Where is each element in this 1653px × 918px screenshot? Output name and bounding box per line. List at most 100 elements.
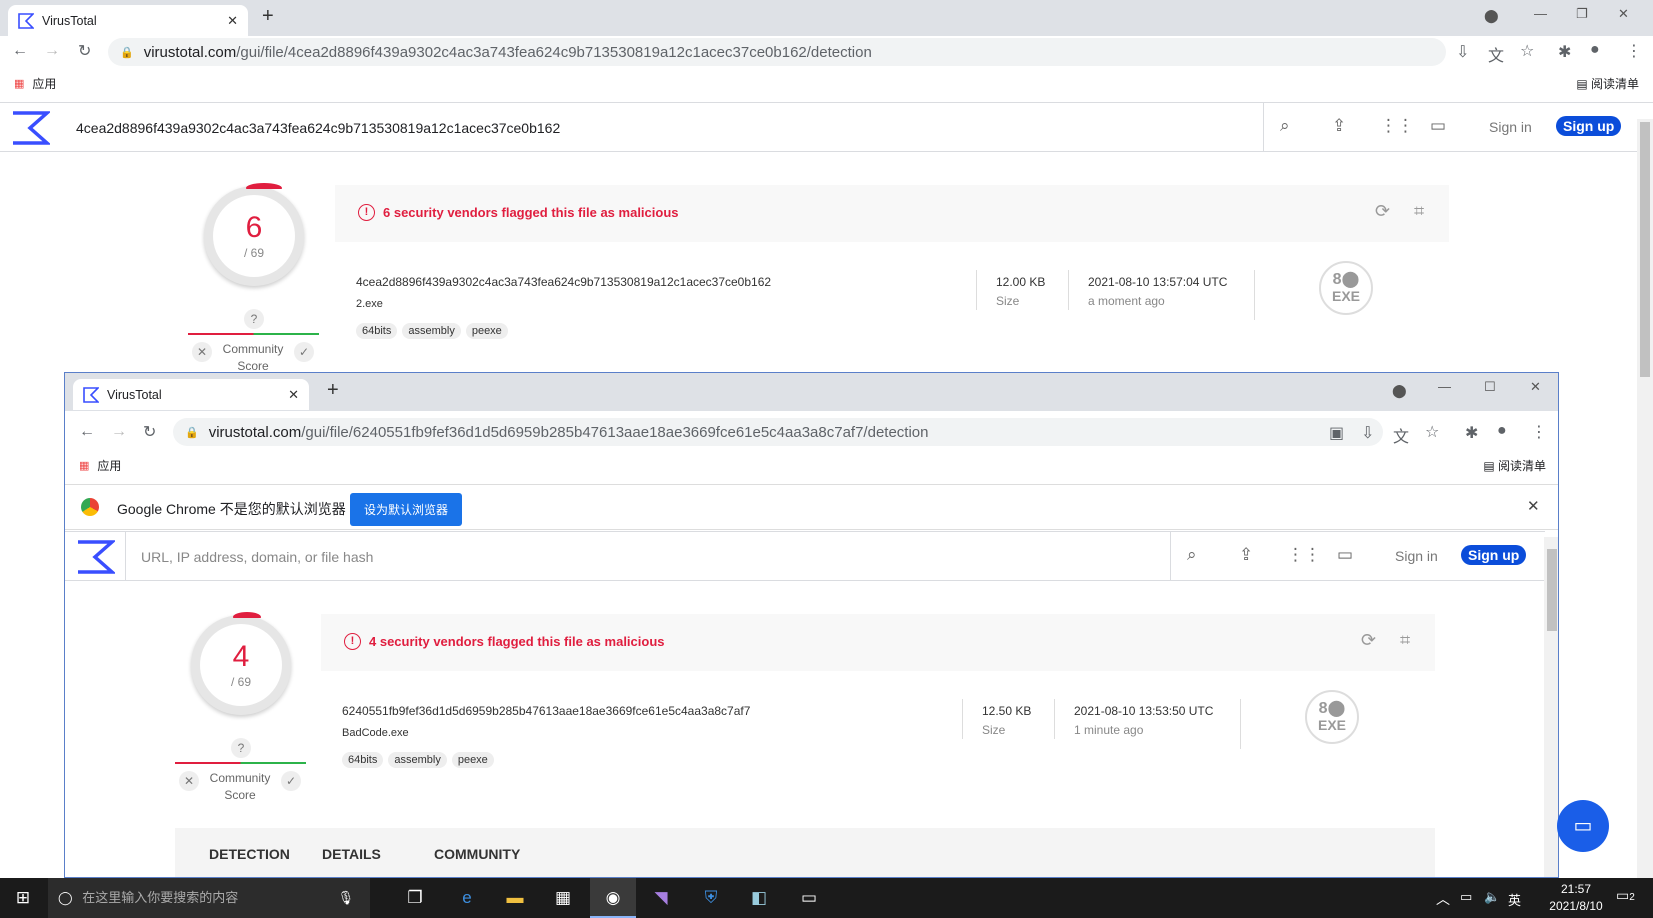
bg-forward-icon[interactable]: →	[44, 42, 60, 60]
fg-infobar-close-icon[interactable]: ✕	[1527, 497, 1540, 515]
bg-vote-up-icon[interactable]: ✓	[294, 342, 314, 362]
fg-star-icon[interactable]: ☆	[1425, 422, 1439, 442]
taskbar-search[interactable]: ◯ 在这里输入你要搜索的内容 🎙	[48, 878, 370, 918]
tag[interactable]: assembly	[388, 752, 447, 768]
bg-similar-icon[interactable]: ⌗	[1414, 201, 1424, 222]
floating-chat-button[interactable]: ▭	[1557, 800, 1609, 852]
bg-back-icon[interactable]: ←	[12, 42, 28, 60]
fg-scroll-thumb[interactable]	[1547, 549, 1557, 631]
bg-tab-close-icon[interactable]: ✕	[227, 13, 238, 29]
bg-vote-down-icon[interactable]: ✕	[192, 342, 212, 362]
notification-icon[interactable]: ▭2	[1616, 887, 1635, 904]
fg-back-icon[interactable]: ←	[79, 423, 95, 441]
apps-grid-icon[interactable]: ▦	[14, 77, 24, 90]
fg-vt-search-input[interactable]: URL, IP address, domain, or file hash	[141, 549, 373, 565]
fg-forward-icon[interactable]: →	[111, 423, 127, 441]
tag[interactable]: 64bits	[356, 323, 398, 339]
bg-sign-up-button[interactable]: Sign up	[1556, 116, 1622, 136]
fg-profile-dropdown-icon[interactable]: ⬤	[1392, 383, 1407, 399]
fg-translate-icon[interactable]: 文	[1393, 423, 1409, 447]
bg-upload-icon[interactable]: ⇪	[1332, 116, 1346, 136]
fg-default-browser-infobar: Google Chrome 不是您的默认浏览器 设为默认浏览器 ✕	[65, 484, 1558, 530]
fg-search-icon[interactable]: ⌕	[1187, 545, 1197, 565]
bg-new-tab-button[interactable]: +	[262, 5, 274, 28]
bg-profile-dropdown-icon[interactable]: ⬤	[1484, 8, 1499, 24]
bg-extensions-icon[interactable]: ✱	[1558, 42, 1571, 62]
bg-vt-search-input[interactable]: 4cea2d8896f439a9302c4ac3a743fea624c9b713…	[76, 120, 560, 136]
fg-upload-icon[interactable]: ⇪	[1239, 545, 1253, 565]
bg-chat-icon[interactable]: ▭	[1430, 116, 1446, 136]
bg-scroll-thumb[interactable]	[1640, 122, 1650, 377]
bg-apps-label[interactable]: 应用	[32, 75, 56, 92]
app-icon[interactable]: ◧	[736, 878, 782, 918]
tag[interactable]: assembly	[402, 323, 461, 339]
tab-community[interactable]: COMMUNITY	[434, 846, 520, 862]
fg-header-divider	[125, 532, 126, 580]
bg-apps-icon[interactable]: ⋮⋮	[1380, 116, 1414, 136]
bg-maximize-button[interactable]: ❐	[1576, 6, 1588, 22]
bg-tab[interactable]: VirusTotal ✕	[8, 5, 248, 36]
fg-tab-close-icon[interactable]: ✕	[288, 387, 299, 403]
bg-star-icon[interactable]: ☆	[1520, 41, 1534, 61]
fg-reload-icon[interactable]: ↻	[143, 422, 156, 442]
fg-reading-list[interactable]: ▤ 阅读清单	[1483, 457, 1546, 474]
fg-minimize-button[interactable]: —	[1438, 379, 1451, 394]
visual-studio-icon[interactable]: ◥	[638, 878, 684, 918]
bg-avatar-icon[interactable]: ●	[1590, 41, 1600, 59]
bg-close-button[interactable]: ✕	[1618, 6, 1629, 22]
bg-reading-list[interactable]: ▤ 阅读清单	[1576, 75, 1639, 92]
fg-apps-icon[interactable]: ⋮⋮	[1287, 545, 1321, 565]
fg-qr-icon[interactable]: ▣	[1329, 423, 1344, 443]
fg-question-icon[interactable]: ?	[231, 738, 251, 758]
fg-sign-up-button[interactable]: Sign up	[1461, 545, 1527, 565]
bg-address-bar[interactable]: 🔒 virustotal.com/gui/file/4cea2d8896f439…	[108, 38, 1446, 66]
fg-apps-label[interactable]: 应用	[97, 457, 121, 474]
terminal-icon[interactable]: ▭	[786, 878, 832, 918]
tag[interactable]: peexe	[451, 752, 494, 768]
bg-minimize-button[interactable]: —	[1534, 6, 1547, 21]
fg-extensions-icon[interactable]: ✱	[1465, 423, 1478, 443]
bg-vt-logo-icon[interactable]	[10, 110, 50, 146]
bg-menu-icon[interactable]: ⋮	[1626, 41, 1642, 61]
fg-sign-in-link[interactable]: Sign in	[1395, 548, 1438, 564]
fg-new-tab-button[interactable]: +	[327, 379, 339, 402]
clock[interactable]: 21:57 2021/8/10	[1540, 881, 1612, 915]
fg-maximize-button[interactable]: ☐	[1484, 379, 1496, 395]
tag[interactable]: 64bits	[342, 752, 384, 768]
fg-vt-logo-icon[interactable]	[75, 539, 115, 575]
fg-similar-icon[interactable]: ⌗	[1400, 630, 1410, 651]
tab-detection[interactable]: DETECTION	[209, 846, 290, 862]
fg-vote-up-icon[interactable]: ✓	[281, 771, 301, 791]
fg-menu-icon[interactable]: ⋮	[1531, 422, 1547, 442]
task-view-icon[interactable]: ❐	[392, 878, 438, 918]
bg-reanalyze-icon[interactable]: ⟳	[1375, 201, 1390, 222]
fg-install-icon[interactable]: ⇩	[1361, 423, 1374, 443]
network-icon[interactable]: ▭	[1460, 889, 1472, 905]
fg-set-default-button[interactable]: 设为默认浏览器	[350, 493, 463, 526]
bg-sign-in-link[interactable]: Sign in	[1489, 119, 1532, 135]
fg-chat-icon[interactable]: ▭	[1337, 545, 1353, 565]
defender-icon[interactable]: ⛨	[688, 878, 734, 918]
volume-icon[interactable]: 🔈	[1484, 889, 1500, 905]
start-button[interactable]: ⊞	[0, 878, 46, 918]
fg-address-bar[interactable]: 🔒 virustotal.com/gui/file/6240551fb9fef3…	[173, 418, 1383, 446]
tab-details[interactable]: DETAILS	[322, 846, 381, 862]
fg-reanalyze-icon[interactable]: ⟳	[1361, 630, 1376, 651]
fg-avatar-icon[interactable]: ●	[1497, 422, 1507, 440]
chrome-taskbar-icon[interactable]: ◉	[590, 878, 636, 918]
file-explorer-icon[interactable]: ▬	[492, 878, 538, 918]
fg-close-button[interactable]: ✕	[1530, 379, 1541, 395]
bg-question-icon[interactable]: ?	[244, 309, 264, 329]
tag[interactable]: peexe	[465, 323, 508, 339]
bg-translate-icon[interactable]: 文	[1488, 42, 1504, 66]
fg-vote-down-icon[interactable]: ✕	[179, 771, 199, 791]
ime-indicator[interactable]: 英	[1508, 890, 1521, 909]
tray-chevron-icon[interactable]: ︿	[1436, 889, 1450, 909]
fg-tab[interactable]: VirusTotal ✕	[73, 379, 309, 410]
store-icon[interactable]: ▦	[540, 878, 586, 918]
bg-reload-icon[interactable]: ↻	[78, 41, 91, 61]
bg-search-icon[interactable]: ⌕	[1280, 116, 1290, 136]
edge-icon[interactable]: e	[444, 878, 490, 918]
bg-install-icon[interactable]: ⇩	[1456, 42, 1469, 62]
apps-grid-icon[interactable]: ▦	[79, 459, 89, 472]
